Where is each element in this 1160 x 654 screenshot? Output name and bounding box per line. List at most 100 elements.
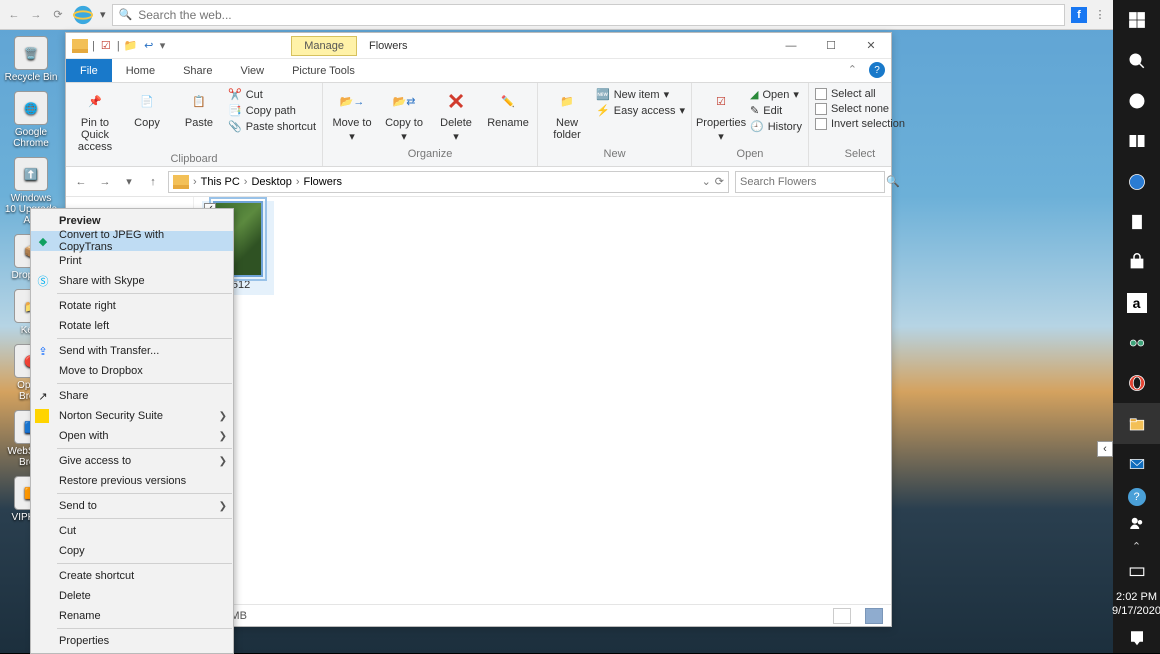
nav-back-button[interactable]: ← — [72, 176, 90, 188]
close-button[interactable]: ✕ — [851, 33, 891, 59]
menu-copy[interactable]: Copy — [31, 541, 233, 561]
menu-norton[interactable]: Norton Security Suite❯ — [31, 406, 233, 426]
crumb-desktop[interactable]: Desktop — [251, 176, 291, 188]
copy-path-button[interactable]: 📑Copy path — [228, 104, 316, 117]
mail-icon[interactable] — [1113, 444, 1160, 484]
desktop-icon[interactable]: 🌐Google Chrome — [4, 91, 58, 149]
copy-to-button[interactable]: 📂⇄Copy to▾ — [381, 85, 427, 143]
menu-create-shortcut[interactable]: Create shortcut — [31, 566, 233, 586]
tab-picture-tools[interactable]: Picture Tools — [278, 59, 369, 82]
breadcrumb[interactable]: › This PC › Desktop › Flowers ⌄ ⟳ — [168, 171, 729, 193]
easy-access-button[interactable]: ⚡Easy access ▾ — [596, 104, 685, 117]
menu-restore-versions[interactable]: Restore previous versions — [31, 471, 233, 491]
nav-recent-button[interactable]: ▾ — [120, 175, 138, 188]
windows-start-icon[interactable] — [1113, 0, 1160, 40]
tab-home[interactable]: Home — [112, 59, 169, 82]
crumb-this-pc[interactable]: This PC — [201, 176, 240, 188]
task-view-icon[interactable] — [1113, 121, 1160, 161]
opera-icon[interactable] — [1113, 363, 1160, 403]
menu-rotate-left[interactable]: Rotate left — [31, 316, 233, 336]
search-icon[interactable]: 🔍 — [886, 175, 900, 188]
notifications-icon[interactable] — [1113, 624, 1160, 653]
forward-button[interactable]: → — [28, 7, 44, 23]
edit-button[interactable]: ✎Edit — [750, 104, 802, 117]
menu-print[interactable]: Print — [31, 251, 233, 271]
properties-icon[interactable]: ☑ — [99, 39, 113, 53]
menu-share[interactable]: ↗Share — [31, 386, 233, 406]
menu-rename[interactable]: Rename — [31, 606, 233, 626]
menu-cut[interactable]: Cut — [31, 521, 233, 541]
address-bar[interactable]: 🔍 — [112, 4, 1065, 26]
select-none-button[interactable]: Select none — [815, 103, 905, 115]
move-to-button[interactable]: 📂→Move to▾ — [329, 85, 375, 143]
maximize-button[interactable]: ☐ — [811, 33, 851, 59]
chevron-right-icon[interactable]: › — [193, 176, 197, 188]
copy-button[interactable]: 📄Copy — [124, 85, 170, 129]
menu-send-to[interactable]: Send to❯ — [31, 496, 233, 516]
chevron-right-icon[interactable]: › — [296, 176, 300, 188]
delete-button[interactable]: ✕Delete▾ — [433, 85, 479, 143]
title-bar[interactable]: | ☑ | 📁 ↩ ▾ Manage Flowers — ☐ ✕ — [66, 33, 891, 59]
menu-give-access[interactable]: Give access to❯ — [31, 451, 233, 471]
tab-view[interactable]: View — [226, 59, 278, 82]
collapse-ribbon-icon[interactable]: ⌃ — [842, 59, 863, 82]
system-clock[interactable]: 2:02 PM 9/17/2020 — [1112, 584, 1160, 624]
rename-button[interactable]: ✏️Rename — [485, 85, 531, 129]
context-tab-manage[interactable]: Manage — [291, 36, 357, 56]
edge-icon[interactable] — [1113, 161, 1160, 201]
new-item-button[interactable]: 🆕New item ▾ — [596, 88, 685, 101]
paste-shortcut-button[interactable]: 📎Paste shortcut — [228, 120, 316, 133]
search-input[interactable] — [138, 8, 1058, 22]
menu-send-transfer[interactable]: ⇪Send with Transfer... — [31, 341, 233, 361]
menu-open-with[interactable]: Open with❯ — [31, 426, 233, 446]
address-dropdown-icon[interactable]: ⌄ — [702, 175, 711, 188]
menu-preview[interactable]: Preview — [31, 211, 233, 231]
chevron-up-tray-icon[interactable]: ⌃ — [1113, 536, 1160, 558]
facebook-icon[interactable]: f — [1071, 7, 1087, 23]
chevron-right-icon[interactable]: › — [244, 176, 248, 188]
tab-share[interactable]: Share — [169, 59, 226, 82]
ie-icon[interactable] — [72, 4, 94, 26]
paste-button[interactable]: 📋Paste — [176, 85, 222, 129]
document-icon[interactable] — [1113, 202, 1160, 242]
new-folder-icon[interactable]: 📁 — [124, 39, 138, 53]
minimize-button[interactable]: — — [771, 33, 811, 59]
open-button[interactable]: ◢Open ▾ — [750, 88, 802, 101]
invert-selection-button[interactable]: Invert selection — [815, 118, 905, 130]
details-view-button[interactable] — [833, 608, 851, 624]
menu-properties[interactable]: Properties — [31, 631, 233, 651]
search-input[interactable] — [740, 176, 882, 188]
desktop-icon[interactable]: 🗑️Recycle Bin — [4, 36, 58, 83]
crumb-flowers[interactable]: Flowers — [304, 176, 343, 188]
nav-up-button[interactable]: ↑ — [144, 176, 162, 188]
menu-rotate-right[interactable]: Rotate right — [31, 296, 233, 316]
cut-button[interactable]: ✂️Cut — [228, 88, 316, 101]
back-button[interactable]: ← — [6, 7, 22, 23]
search-box[interactable]: 🔍 — [735, 171, 885, 193]
properties-button[interactable]: ☑Properties▾ — [698, 85, 744, 143]
people-tray-icon[interactable] — [1113, 510, 1160, 536]
menu-share-skype[interactable]: ⓈShare with Skype — [31, 271, 233, 291]
new-folder-button[interactable]: 📁New folder — [544, 85, 590, 141]
menu-delete[interactable]: Delete — [31, 586, 233, 606]
thumbnails-view-button[interactable] — [865, 608, 883, 624]
select-all-button[interactable]: Select all — [815, 88, 905, 100]
file-list[interactable]: ✓ 2512 — [194, 197, 891, 604]
nav-forward-button[interactable]: → — [96, 176, 114, 188]
store-icon[interactable] — [1113, 242, 1160, 282]
menu-move-dropbox[interactable]: Move to Dropbox — [31, 361, 233, 381]
menu-convert-jpeg[interactable]: ◆Convert to JPEG with CopyTrans — [31, 231, 233, 251]
help-tray-icon[interactable]: ? — [1113, 484, 1160, 510]
sidebar-expand-icon[interactable]: ‹ — [1097, 441, 1113, 457]
history-button[interactable]: 🕘History — [750, 120, 802, 133]
search-icon[interactable] — [1113, 40, 1160, 80]
help-icon[interactable]: ? — [869, 62, 885, 78]
undo-icon[interactable]: ↩ — [142, 39, 156, 53]
tab-file[interactable]: File — [66, 59, 112, 82]
explorer-taskbar-icon[interactable] — [1113, 403, 1160, 443]
app-icon[interactable] — [1113, 323, 1160, 363]
reload-button[interactable]: ⟳ — [50, 7, 66, 23]
refresh-icon[interactable]: ⟳ — [715, 175, 724, 188]
amazon-icon[interactable]: a — [1113, 282, 1160, 322]
browser-menu-icon[interactable]: ⋮ — [1093, 8, 1107, 21]
